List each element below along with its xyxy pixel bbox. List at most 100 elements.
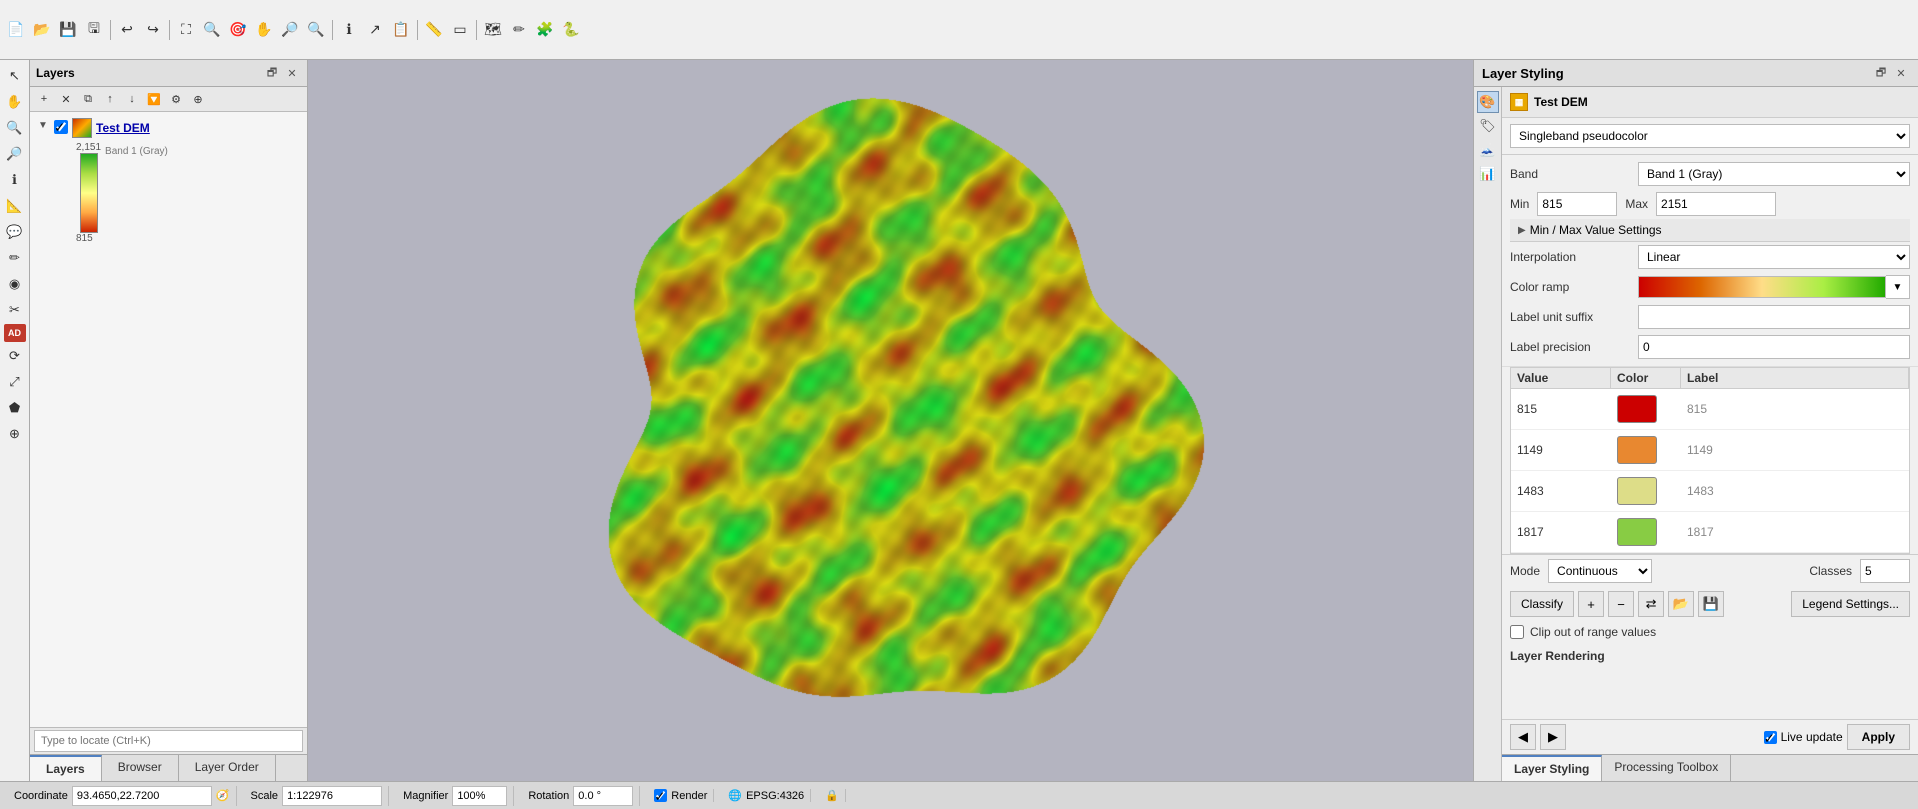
zoom-layer-btn2[interactable]: ⊕ [188,89,208,109]
identify-tool[interactable]: ℹ [3,168,27,192]
color-ramp-dropdown-btn[interactable]: ▼ [1886,275,1910,299]
right-panel-restore-btn[interactable]: 🗗 [1872,64,1890,82]
magnifier-input[interactable] [452,786,507,806]
label-unit-suffix-input[interactable] [1638,305,1910,329]
split-tool[interactable]: ✂ [3,298,27,322]
open-project-btn[interactable]: 📂 [30,18,54,42]
layer-visibility-checkbox[interactable] [54,120,68,134]
minmax-toggle[interactable]: ▶ Min / Max Value Settings [1510,219,1910,242]
style-labels-icon[interactable]: 🏷 [1477,115,1499,137]
measure-btn[interactable]: 📏 [422,18,446,42]
load-file-btn[interactable]: 📂 [1668,591,1694,617]
remove-class-btn[interactable]: − [1608,591,1634,617]
tab-layer-order[interactable]: Layer Order [179,755,276,781]
label-precision-input[interactable] [1638,335,1910,359]
style-properties-icon[interactable]: 🎨 [1477,91,1499,113]
zoom-in-tool[interactable]: 🔍 [3,116,27,140]
label-unit-suffix-label: Label unit suffix [1510,310,1630,324]
zoom-full-btn[interactable]: ⛶ [174,18,198,42]
move-layer-down-btn[interactable]: ↓ [122,89,142,109]
select-tool[interactable]: ↖ [3,64,27,88]
min-input[interactable] [1537,192,1617,216]
export-file-btn[interactable]: 💾 [1698,591,1724,617]
label-precision-label: Label precision [1510,340,1630,354]
python-btn[interactable]: 🐍 [559,18,583,42]
restore-panel-btn[interactable]: 🗗 [263,64,281,82]
measure-tool[interactable]: 📐 [3,194,27,218]
row-color-0[interactable] [1617,395,1657,423]
annotation-tool[interactable]: 💬 [3,220,27,244]
apply-button[interactable]: Apply [1847,724,1910,750]
digitize-btn[interactable]: ✏ [507,18,531,42]
nav-back-btn[interactable]: ◀ [1510,724,1536,750]
layer-search-input[interactable] [34,730,303,752]
close-panel-btn[interactable]: ✕ [283,64,301,82]
classes-spinbox[interactable] [1860,559,1910,583]
classify-button[interactable]: Classify [1510,591,1574,617]
zoom-selection-btn[interactable]: 🎯 [226,18,250,42]
open-layer-btn[interactable]: 🗺 [481,18,505,42]
attribute-btn[interactable]: 📋 [389,18,413,42]
table-row: 1817 1817 [1511,512,1909,553]
band-select[interactable]: Band 1 (Gray) [1638,162,1910,186]
layer-name-label[interactable]: Test DEM [96,121,150,135]
layer-expand-icon[interactable]: ▼ [36,118,50,132]
digitize-tool[interactable]: ⬟ [3,396,27,420]
properties-btn[interactable]: ⚙ [166,89,186,109]
mode-select[interactable]: Continuous Equal Interval Quantile [1548,559,1652,583]
identify-btn[interactable]: ℹ [337,18,361,42]
tab-processing-toolbox[interactable]: Processing Toolbox [1602,755,1731,781]
coordinate-input[interactable] [72,786,212,806]
pan-tool[interactable]: ✋ [3,90,27,114]
plugins-btn[interactable]: 🧩 [533,18,557,42]
map-canvas[interactable] [308,60,1473,781]
filter-layer-btn[interactable]: 🔽 [144,89,164,109]
measure-area-btn[interactable]: ▭ [448,18,472,42]
right-panel-close-btn[interactable]: ✕ [1892,64,1910,82]
render-checkbox[interactable] [654,789,667,802]
add-class-btn[interactable]: + [1578,591,1604,617]
save-as-btn[interactable]: 🖫 [82,18,106,42]
zoom-out-tool[interactable]: 🔎 [3,142,27,166]
remove-layer-btn[interactable]: ✕ [56,89,76,109]
legend-settings-button[interactable]: Legend Settings... [1791,591,1910,617]
tab-layers[interactable]: Layers [30,755,102,781]
vertex-tool[interactable]: ⊕ [3,422,27,446]
node-tool[interactable]: ◉ [3,272,27,296]
clip-checkbox[interactable] [1510,625,1524,639]
move-layer-up-btn[interactable]: ↑ [100,89,120,109]
ad-tool[interactable]: AD [4,324,26,342]
rotation-input[interactable] [573,786,633,806]
zoom-in-btn[interactable]: 🔎 [278,18,302,42]
style-histogram-icon[interactable]: 📊 [1477,163,1499,185]
zoom-layer-btn[interactable]: 🔍 [200,18,224,42]
style-3d-icon[interactable]: 🗻 [1477,139,1499,161]
row-color-1[interactable] [1617,436,1657,464]
zoom-out-btn[interactable]: 🔍 [304,18,328,42]
interpolation-select[interactable]: Linear Discrete Exact [1638,245,1910,269]
scale-input[interactable] [282,786,382,806]
rotate-tool[interactable]: ⟳ [3,344,27,368]
tab-layer-styling[interactable]: Layer Styling [1502,755,1602,781]
add-layer-btn[interactable]: + [34,89,54,109]
duplicate-layer-btn[interactable]: ⧉ [78,89,98,109]
layer-band-label: Band 1 (Gray) [105,146,168,157]
tab-browser[interactable]: Browser [102,755,179,781]
color-ramp-preview[interactable] [1638,276,1886,298]
max-input[interactable] [1656,192,1776,216]
edit-tool[interactable]: ✏ [3,246,27,270]
reverse-colors-btn[interactable]: ⇄ [1638,591,1664,617]
move-tool[interactable]: ⤢ [3,370,27,394]
renderer-select[interactable]: Singleband pseudocolor Singleband gray P… [1510,124,1910,148]
right-panel: Layer Styling 🗗 ✕ 🎨 🏷 🗻 📊 ▦ Test DEM [1473,60,1918,781]
new-project-btn[interactable]: 📄 [4,18,28,42]
select-btn[interactable]: ↗ [363,18,387,42]
nav-forward-btn[interactable]: ▶ [1540,724,1566,750]
live-update-checkbox[interactable] [1764,731,1777,744]
row-color-3[interactable] [1617,518,1657,546]
row-color-2[interactable] [1617,477,1657,505]
undo-btn[interactable]: ↩ [115,18,139,42]
pan-btn[interactable]: ✋ [252,18,276,42]
save-project-btn[interactable]: 💾 [56,18,80,42]
redo-btn[interactable]: ↪ [141,18,165,42]
